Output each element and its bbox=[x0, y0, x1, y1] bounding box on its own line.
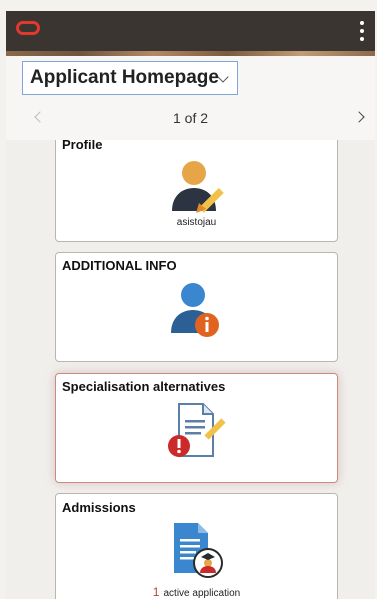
document-edit-alert-icon bbox=[167, 403, 226, 457]
tile-title: Specialisation alternatives bbox=[62, 379, 226, 394]
oracle-logo-icon[interactable] bbox=[16, 21, 40, 35]
active-application-count: 1 bbox=[152, 585, 160, 599]
homepage-selector[interactable]: Applicant Homepage bbox=[22, 61, 238, 95]
tile-title: Profile bbox=[62, 140, 103, 152]
page-count: 1 of 2 bbox=[172, 110, 209, 126]
homepage-banner: Applicant Homepage 1 of 2 bbox=[6, 51, 375, 140]
tile-grid: Profile asistojau ADDITIONAL INFO Specia… bbox=[6, 140, 375, 599]
tile-title: Admissions bbox=[62, 500, 136, 515]
active-application-label: active application bbox=[163, 588, 241, 599]
user-info-icon bbox=[170, 283, 219, 337]
tile-specialisation-alternatives[interactable]: Specialisation alternatives bbox=[55, 373, 338, 483]
user-edit-icon bbox=[171, 161, 224, 213]
banner-texture bbox=[6, 51, 375, 56]
tile-admissions[interactable]: Admissions 1 active application bbox=[55, 493, 338, 599]
page-pager: 1 of 2 bbox=[6, 106, 375, 132]
kebab-menu-icon[interactable] bbox=[359, 21, 365, 41]
homepage-title: Applicant Homepage bbox=[30, 67, 219, 88]
top-bar bbox=[6, 11, 375, 51]
tile-subtitle: 1 active application bbox=[56, 585, 337, 599]
tile-additional-info[interactable]: ADDITIONAL INFO bbox=[55, 252, 338, 362]
chevron-down-icon bbox=[217, 71, 229, 83]
tile-subtitle: asistojau bbox=[176, 217, 217, 228]
document-graduate-icon bbox=[173, 523, 223, 578]
tile-profile[interactable]: Profile asistojau bbox=[55, 140, 338, 242]
tile-title: ADDITIONAL INFO bbox=[62, 258, 177, 273]
